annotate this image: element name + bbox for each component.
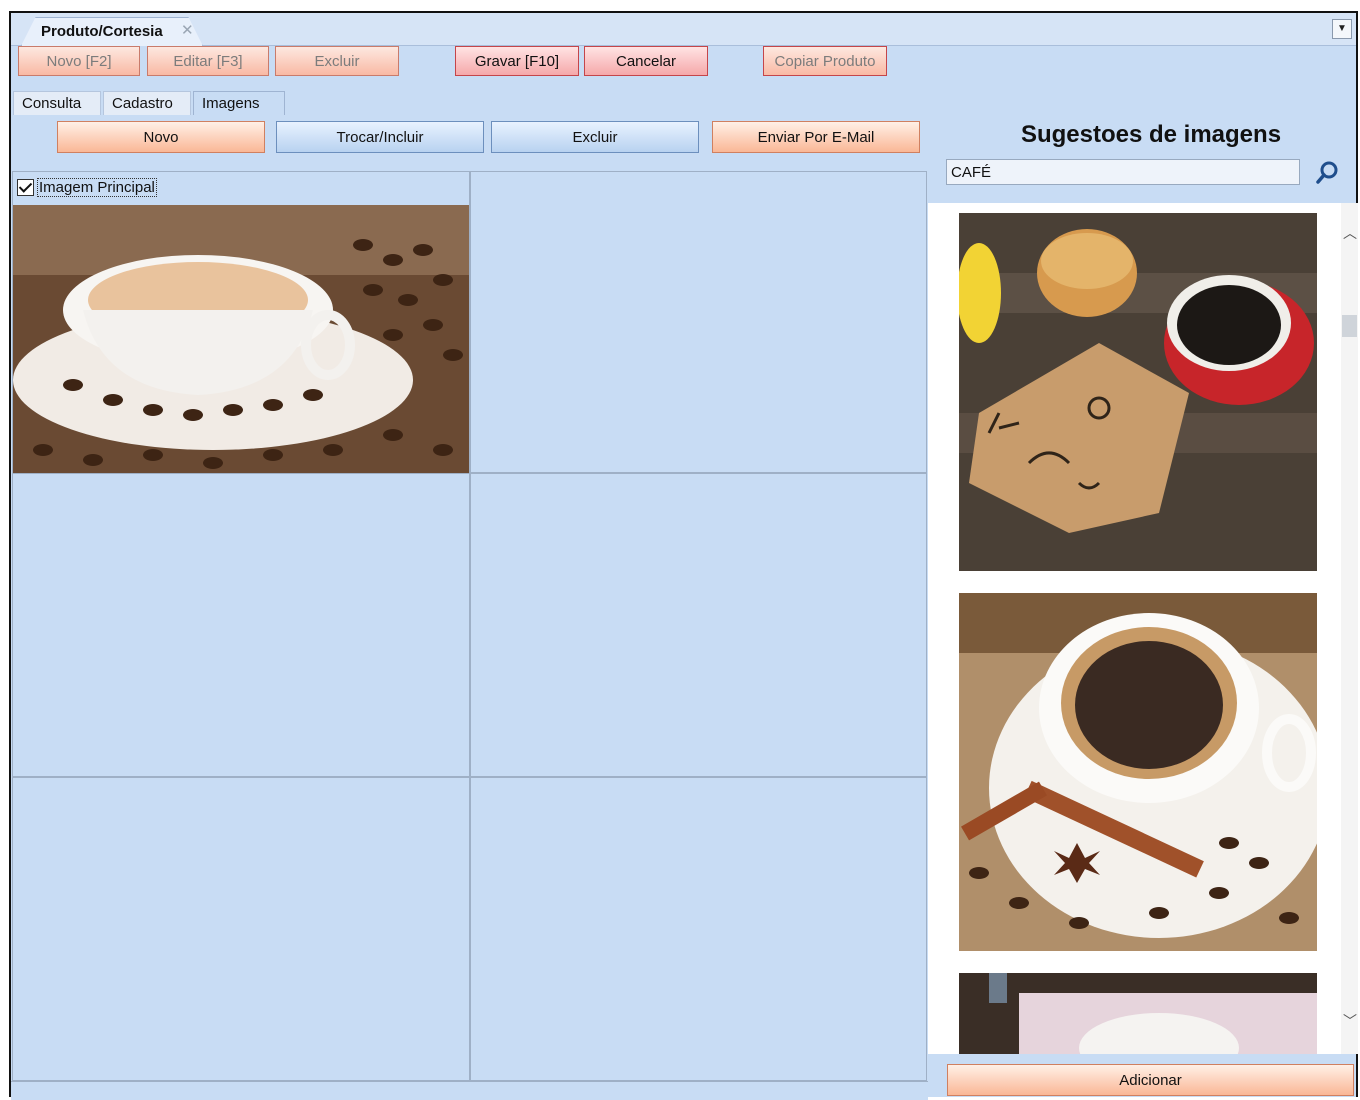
image-slot-3[interactable]	[12, 473, 470, 777]
suggestions-list	[928, 203, 1341, 1054]
product-window: Produto/Cortesia ✕ ▼ Novo [F2] Editar [F…	[9, 11, 1358, 1100]
close-icon[interactable]: ✕	[181, 21, 194, 39]
image-slot-6[interactable]	[470, 777, 927, 1081]
tab-imagens[interactable]: Imagens	[193, 91, 285, 115]
document-tab-label: Produto/Cortesia	[41, 23, 163, 40]
chevron-down-icon[interactable]: ﹀	[1343, 1011, 1357, 1031]
scrollbar-thumb[interactable]	[1342, 315, 1357, 337]
coffee-cup-image	[13, 205, 469, 475]
suggestion-image-happy-monday[interactable]	[959, 213, 1317, 571]
novo-image-button[interactable]: Novo	[57, 121, 265, 153]
adicionar-button[interactable]: Adicionar	[947, 1064, 1354, 1096]
imagem-principal-checkbox[interactable]: Imagem Principal	[17, 178, 157, 197]
suggestion-image-coffee-cinnamon[interactable]	[959, 593, 1317, 951]
excluir-image-button[interactable]: Excluir	[491, 121, 699, 153]
chevron-down-icon[interactable]: ▼	[1332, 19, 1352, 39]
bottom-strip	[11, 1081, 928, 1100]
tab-cadastro[interactable]: Cadastro	[103, 91, 191, 115]
check-icon[interactable]	[17, 179, 34, 196]
suggestions-search-input[interactable]: CAFÉ	[946, 159, 1300, 185]
image-slot-1[interactable]	[12, 171, 470, 475]
chevron-up-icon[interactable]: ︿	[1343, 223, 1357, 243]
suggestions-title: Sugestoes de imagens	[1020, 121, 1282, 148]
copiar-produto-button[interactable]: Copiar Produto	[763, 46, 887, 76]
tab-consulta[interactable]: Consulta	[13, 91, 101, 115]
trocar-incluir-button[interactable]: Trocar/Incluir	[276, 121, 484, 153]
image-slot-5[interactable]	[12, 777, 470, 1081]
main-toolbar: Novo [F2] Editar [F3] Excluir Gravar [F1…	[11, 46, 1356, 88]
enviar-email-button[interactable]: Enviar Por E-Mail	[712, 121, 920, 153]
search-icon[interactable]	[1314, 160, 1340, 186]
gravar-button[interactable]: Gravar [F10]	[455, 46, 579, 76]
document-tabstrip: Produto/Cortesia ✕ ▼	[11, 13, 1356, 46]
excluir-button[interactable]: Excluir	[275, 46, 399, 76]
image-slot-4[interactable]	[470, 473, 927, 777]
image-grid	[12, 171, 927, 1081]
novo-button[interactable]: Novo [F2]	[18, 46, 140, 76]
subtabs: Consulta Cadastro Imagens	[11, 89, 1356, 117]
suggestions-scrollbar[interactable]: ︿ ﹀	[1341, 203, 1358, 1054]
imagem-principal-label: Imagem Principal	[37, 178, 157, 197]
editar-button[interactable]: Editar [F3]	[147, 46, 269, 76]
suggestion-image-coffee-paper[interactable]	[959, 973, 1317, 1054]
image-slot-2[interactable]	[470, 171, 927, 473]
cancelar-button[interactable]: Cancelar	[584, 46, 708, 76]
